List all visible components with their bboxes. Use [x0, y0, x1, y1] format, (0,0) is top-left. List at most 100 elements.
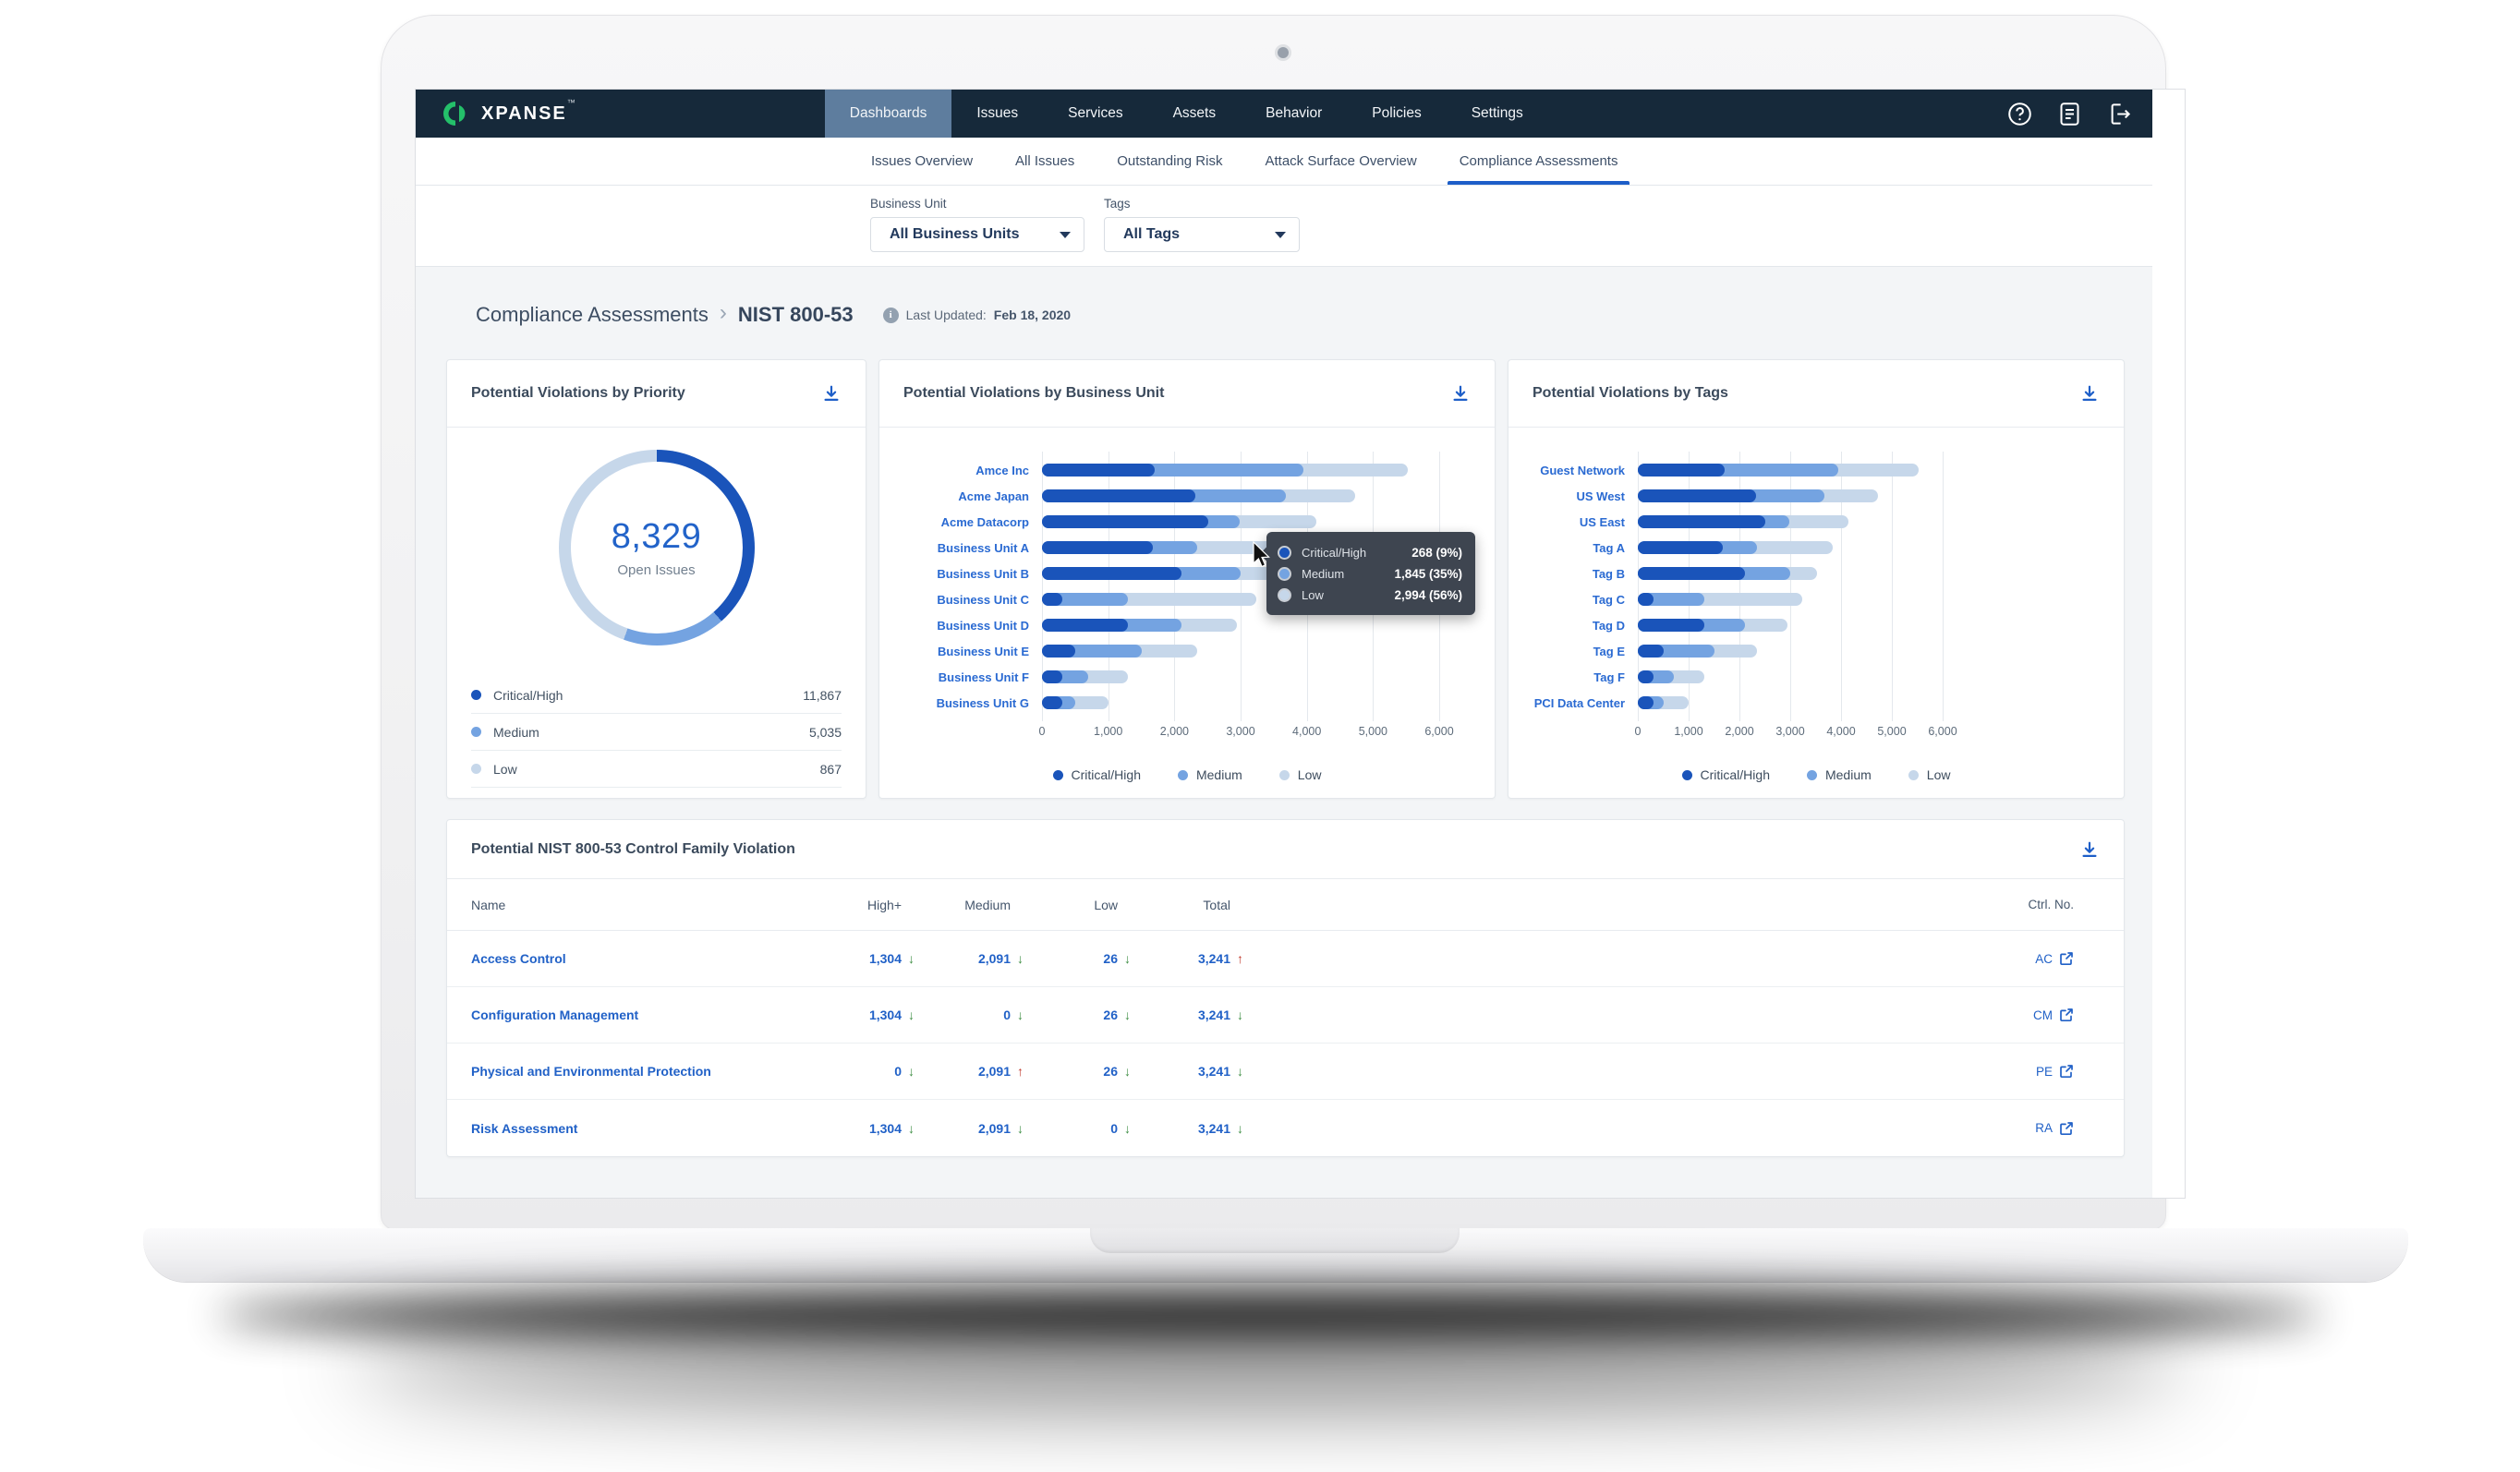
logout-icon[interactable] [2107, 102, 2132, 127]
trend-down-icon: ↓ [1118, 1121, 1145, 1136]
bar-group[interactable] [1042, 509, 1439, 535]
page-content: Compliance Assessments › NIST 800-53 i L… [416, 267, 2152, 1198]
top-navbar: XPANSE™ DashboardsIssuesServicesAssetsBe… [416, 90, 2152, 138]
bar-group[interactable] [1638, 638, 1943, 664]
last-updated-label: Last Updated: [906, 308, 987, 322]
bar-group[interactable] [1638, 509, 1943, 535]
col-name: Name [471, 898, 781, 912]
category-label[interactable]: Guest Network [1508, 464, 1638, 477]
donut-chart: 8,329 Open Issues [559, 450, 755, 646]
category-label[interactable]: Tag B [1508, 567, 1638, 581]
navbar-right-icons [2007, 90, 2152, 138]
download-icon[interactable] [1450, 383, 1471, 404]
filter-tags: Tags All Tags [1104, 197, 1300, 252]
category-label[interactable]: US East [1508, 515, 1638, 529]
bar-group[interactable] [1638, 457, 1943, 483]
tags-select[interactable]: All Tags [1104, 217, 1300, 252]
bar-group[interactable] [1042, 457, 1439, 483]
category-label[interactable]: Business Unit C [879, 593, 1042, 607]
nav-item-assets[interactable]: Assets [1148, 90, 1242, 138]
nav-item-behavior[interactable]: Behavior [1241, 90, 1347, 138]
category-label[interactable]: Acme Japan [879, 489, 1042, 503]
tab-outstanding-risk[interactable]: Outstanding Risk [1096, 138, 1243, 185]
category-label[interactable]: PCI Data Center [1508, 696, 1638, 710]
nav-item-services[interactable]: Services [1043, 90, 1147, 138]
nav-item-dashboards[interactable]: Dashboards [825, 90, 952, 138]
tab-attack-surface-overview[interactable]: Attack Surface Overview [1243, 138, 1437, 185]
bar-row-business-unit-d: Business Unit D [879, 612, 1495, 638]
legend-item-critical-high: Critical/High [1053, 767, 1141, 782]
download-icon[interactable] [2079, 383, 2100, 404]
category-label[interactable]: Business Unit F [879, 670, 1042, 684]
bar-group[interactable] [1638, 664, 1943, 690]
last-updated-value: Feb 18, 2020 [994, 308, 1071, 322]
category-label[interactable]: Business Unit D [879, 619, 1042, 633]
card-control-family-table: Potential NIST 800-53 Control Family Vio… [446, 819, 2125, 1157]
bar-row-tag-a: Tag A [1508, 535, 2124, 561]
card-title: Potential Violations by Business Unit [903, 385, 1164, 402]
table-row-access-control: Access Control1,304↓2,091↓26↓3,241↑AC [447, 931, 2124, 987]
external-link-icon [2059, 1121, 2074, 1136]
changelog-icon[interactable] [2058, 102, 2081, 127]
tab-issues-overview[interactable]: Issues Overview [850, 138, 994, 185]
bar-row-tag-b: Tag B [1508, 561, 2124, 586]
bar-row-amce-inc: Amce Inc [879, 457, 1495, 483]
bar-group[interactable] [1042, 690, 1439, 716]
ctrl-no-link[interactable]: CM [1980, 1007, 2100, 1022]
bar-row-guest-network: Guest Network [1508, 457, 2124, 483]
tab-all-issues[interactable]: All Issues [994, 138, 1096, 185]
category-label[interactable]: US West [1508, 489, 1638, 503]
nav-item-issues[interactable]: Issues [951, 90, 1043, 138]
category-label[interactable]: Tag E [1508, 645, 1638, 658]
col-medium: Medium [929, 898, 1011, 912]
bar-group[interactable] [1638, 561, 1943, 586]
category-label[interactable]: Tag C [1508, 593, 1638, 607]
business-unit-select[interactable]: All Business Units [870, 217, 1084, 252]
priority-legend-row-critical-high: Critical/High 11,867 [471, 677, 842, 714]
control-family-link[interactable]: Risk Assessment [471, 1121, 781, 1136]
control-family-link[interactable]: Physical and Environmental Protection [471, 1064, 781, 1079]
card-violations-by-priority: Potential Violations by Priority 8,329 O… [446, 359, 866, 799]
bar-row-acme-datacorp: Acme Datacorp [879, 509, 1495, 535]
ctrl-no-link[interactable]: AC [1980, 951, 2100, 966]
category-label[interactable]: Tag D [1508, 619, 1638, 633]
tooltip-value: 268 (9%) [1411, 546, 1462, 560]
bar-group[interactable] [1042, 483, 1439, 509]
bar-critical [1042, 670, 1062, 683]
bar-group[interactable] [1042, 664, 1439, 690]
category-label[interactable]: Tag F [1508, 670, 1638, 684]
download-icon[interactable] [2079, 839, 2100, 860]
download-icon[interactable] [821, 383, 842, 404]
nav-item-settings[interactable]: Settings [1447, 90, 1548, 138]
bar-group[interactable] [1042, 638, 1439, 664]
total-value: 3,241 [1145, 1064, 1230, 1079]
ctrl-no-link[interactable]: RA [1980, 1121, 2100, 1136]
trend-down-icon: ↓ [1230, 1121, 1258, 1136]
category-label[interactable]: Business Unit G [879, 696, 1042, 710]
nav-item-policies[interactable]: Policies [1347, 90, 1446, 138]
category-label[interactable]: Business Unit B [879, 567, 1042, 581]
chevron-right-icon: › [720, 300, 727, 326]
control-family-link[interactable]: Configuration Management [471, 1007, 781, 1022]
bar-group[interactable] [1638, 690, 1943, 716]
table-header-row: Name High+ Medium Low Total Ctrl. No. [447, 879, 2124, 931]
category-label[interactable]: Business Unit A [879, 541, 1042, 555]
donut-center: 8,329 Open Issues [571, 462, 743, 633]
card-title: Potential Violations by Tags [1533, 385, 1728, 402]
legend-item-medium: Medium [1807, 767, 1872, 782]
bar-group[interactable] [1638, 586, 1943, 612]
control-family-link[interactable]: Access Control [471, 951, 781, 966]
category-label[interactable]: Amce Inc [879, 464, 1042, 477]
help-icon[interactable] [2007, 102, 2032, 127]
bar-group[interactable] [1638, 535, 1943, 561]
bar-group[interactable] [1042, 612, 1439, 638]
category-label[interactable]: Acme Datacorp [879, 515, 1042, 529]
ctrl-no-link[interactable]: PE [1980, 1064, 2100, 1079]
legend-dot-icon [471, 727, 481, 737]
bar-group[interactable] [1638, 483, 1943, 509]
bar-critical [1042, 567, 1181, 580]
tab-compliance-assessments[interactable]: Compliance Assessments [1438, 138, 1640, 185]
category-label[interactable]: Business Unit E [879, 645, 1042, 658]
bar-group[interactable] [1638, 612, 1943, 638]
category-label[interactable]: Tag A [1508, 541, 1638, 555]
